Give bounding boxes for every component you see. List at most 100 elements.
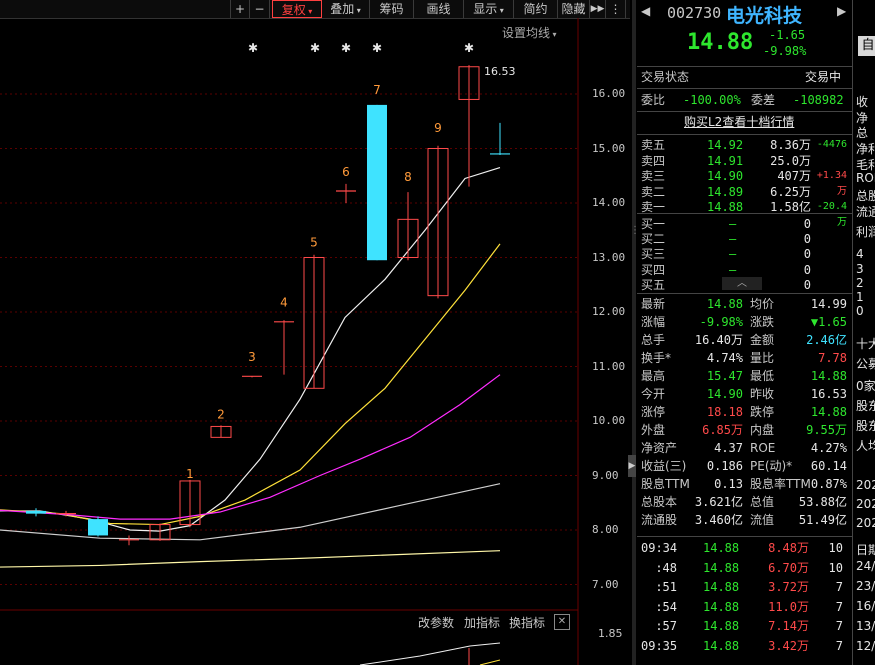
quote-value: 2.46亿	[806, 333, 847, 347]
ask-change	[813, 184, 847, 200]
right-edge-text: 12/	[856, 639, 875, 653]
right-edge-text: ROE	[856, 171, 875, 185]
stock-code: 002730	[667, 4, 722, 22]
divider	[637, 66, 852, 67]
quote-value: 4.27%	[810, 441, 847, 455]
quote-value: 4.37	[714, 441, 743, 455]
right-edge-text: 202	[856, 478, 875, 492]
forward-icon[interactable]: ▶▶	[590, 0, 606, 18]
more-icon[interactable]: ⋮	[606, 0, 626, 18]
bid-volume: 0	[803, 262, 811, 277]
price-tick-label: 9.00	[592, 468, 619, 482]
collapse-handle-icon[interactable]: ▶	[628, 455, 636, 477]
quote-label: 最新	[641, 297, 666, 311]
right-edge-text: 24/	[856, 559, 875, 573]
yincang-button[interactable]: 隐藏	[558, 0, 590, 18]
chouma-button[interactable]: 筹码	[370, 0, 414, 18]
ask-volume: 25.0万	[770, 153, 811, 168]
right-edge-text: 股东	[856, 399, 875, 413]
tick-volume: 7.14万	[768, 619, 809, 634]
ask-change: +1.34万	[816, 170, 847, 197]
dropdown-icon: ▾	[497, 6, 504, 15]
tick-price: 14.88	[703, 639, 740, 653]
ask-change: -4476	[816, 139, 847, 150]
quote-value: 0.87%	[810, 477, 847, 491]
quote-value: 51.49亿	[798, 513, 847, 527]
quote-label: 外盘	[641, 423, 666, 437]
event-star-icon: ✱	[248, 41, 258, 55]
right-edge-text: 3	[856, 262, 864, 276]
quote-value: 15.47	[706, 369, 743, 383]
next-stock-icon[interactable]: ▶	[837, 4, 846, 18]
quote-value: 60.14	[810, 459, 847, 473]
tick-count: 7	[835, 619, 843, 634]
quote-value: 9.55万	[806, 423, 847, 437]
diejia-button[interactable]: 叠加 ▾	[322, 0, 370, 18]
tick-time: 09:35	[641, 639, 678, 653]
right-edge-text: 23/	[856, 579, 875, 593]
ask-volume: 407万	[777, 169, 811, 183]
jiazhibiao-button[interactable]: 加指标	[464, 614, 500, 631]
quote-value: 16.53	[810, 387, 847, 401]
ask-volume: 6.25万	[770, 184, 811, 199]
set-ma-button[interactable]: 设置均线 ▾	[502, 24, 557, 41]
ask-level-label: 卖五	[641, 138, 666, 152]
quote-label: 净资产	[641, 441, 678, 455]
divider	[637, 134, 852, 135]
toolbar: + − 复权 ▾ 叠加 ▾ 筹码 画线 显示 ▾ 简约 隐藏 ▶▶ ⋮	[0, 0, 630, 19]
quote-value: 53.88亿	[798, 495, 847, 509]
gaicanshu-button[interactable]: 改参数	[418, 614, 454, 631]
bid-level-label: 买一	[641, 217, 666, 231]
quote-panel: ◀ 002730 电光科技 ▶ 14.88 -1.65 -9.98% 交易状态 …	[637, 0, 852, 665]
candle-number-label: 3	[248, 350, 256, 364]
price-tick-label: 12.00	[592, 305, 626, 318]
tick-time: :57	[655, 619, 677, 634]
zoom-out-button[interactable]: −	[250, 0, 270, 18]
bid-price: —	[729, 262, 737, 277]
bid-price: —	[729, 217, 737, 231]
prev-stock-icon[interactable]: ◀	[641, 4, 650, 18]
quote-label: 涨幅	[641, 315, 666, 329]
price-tick-label: 7.00	[592, 577, 619, 591]
tick-price: 14.88	[703, 541, 740, 555]
kline-chart[interactable]: 1 2 3 4 5 6 7 8 9 ✱ ✱ ✱ ✱ ✱ 设置均线 ▾ 16.00 15.00 14.00 13.…	[0, 18, 632, 665]
tick-price: 14.88	[703, 560, 740, 575]
huanzhibiao-button[interactable]: 换指标	[509, 614, 545, 631]
right-edge-text: 利润	[856, 225, 875, 239]
jianyue-button[interactable]: 简约	[514, 0, 558, 18]
trade-status-value: 交易中	[805, 70, 842, 84]
fuquan-button[interactable]: 复权 ▾	[272, 0, 322, 18]
panel-splitter[interactable]	[632, 0, 636, 665]
weicha-label: 委差	[751, 93, 776, 107]
ask-price: 14.90	[707, 169, 744, 183]
right-edge-text: 人均	[856, 439, 875, 453]
candle-body	[88, 519, 108, 536]
quote-value: 14.88	[706, 297, 743, 311]
quote-label: 跌停	[750, 405, 775, 419]
xianshi-button[interactable]: 显示 ▾	[464, 0, 514, 18]
right-edge-text: 1	[856, 290, 864, 304]
price-tick-label: 11.00	[592, 359, 626, 373]
price-tick-label: 16.00	[592, 87, 626, 100]
price-change: -1.65	[769, 28, 806, 42]
ask-level-label: 卖二	[641, 184, 666, 199]
side-button[interactable]: 自	[858, 36, 875, 56]
quote-label: 流通股	[641, 513, 678, 527]
weibi-label: 委比	[641, 93, 666, 107]
divider	[637, 88, 852, 89]
huaxian-button[interactable]: 画线	[414, 0, 464, 18]
collapse-orderbook-button[interactable]: ︿	[722, 277, 762, 290]
tick-count: 10	[828, 560, 843, 575]
close-indicator-button[interactable]: ✕	[554, 614, 570, 630]
quote-label: 昨收	[750, 387, 775, 401]
tick-time: :51	[655, 580, 677, 595]
tick-volume: 6.70万	[768, 560, 809, 575]
quote-label: 总值	[750, 495, 775, 509]
candle-number-label: 7	[373, 83, 381, 97]
zoom-in-button[interactable]: +	[230, 0, 250, 18]
l2-link[interactable]: 购买L2查看十档行情	[684, 114, 794, 130]
right-edge-text: 收	[856, 95, 869, 109]
right-panel-divider	[852, 0, 853, 665]
quote-value: 3.460亿	[694, 513, 743, 527]
right-edge-text: 0	[856, 304, 864, 318]
